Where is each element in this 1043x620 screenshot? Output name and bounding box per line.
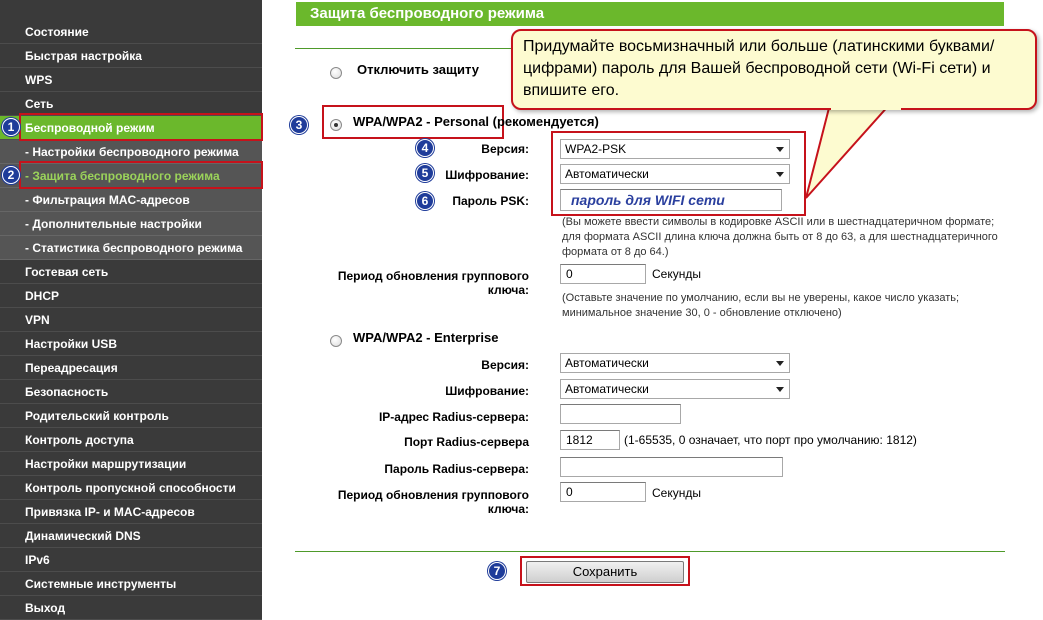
callout-pointer — [805, 103, 893, 199]
personal-group-key-input[interactable]: 0 — [560, 264, 646, 284]
radius-port-hint: (1-65535, 0 означает, что порт про умолч… — [624, 433, 917, 447]
sidebar-item-advanced[interactable]: - Дополнительные настройки — [0, 212, 262, 236]
radius-ip-input[interactable] — [560, 404, 681, 424]
sidebar-item-system-tools[interactable]: Системные инструменты — [0, 572, 262, 596]
radius-port-label: Порт Radius-сервера — [404, 435, 529, 449]
step-marker-6: 6 — [416, 192, 434, 210]
sidebar-item-ip-mac-binding[interactable]: Привязка IP- и MAC-адресов — [0, 500, 262, 524]
personal-group-key-label: Период обновления группового ключа: — [337, 269, 529, 297]
personal-version-value: WPA2-PSK — [565, 142, 627, 156]
sidebar-item-wireless-stats[interactable]: - Статистика беспроводного режима — [0, 236, 262, 260]
sidebar-item-routing[interactable]: Настройки маршрутизации — [0, 452, 262, 476]
radius-password-input[interactable] — [560, 457, 783, 477]
chevron-down-icon — [776, 172, 784, 177]
radius-ip-label: IP-адрес Radius-сервера: — [378, 410, 529, 424]
sidebar-item-ddns[interactable]: Динамический DNS — [0, 524, 262, 548]
group-key-hint: (Оставьте значение по умолчанию, если вы… — [562, 292, 960, 319]
sidebar-item-usb[interactable]: Настройки USB — [0, 332, 262, 356]
chevron-down-icon — [776, 361, 784, 366]
page-title: Защита беспроводного режима — [296, 2, 1004, 26]
step-marker-4: 4 — [416, 139, 434, 157]
sidebar-item-bandwidth[interactable]: Контроль пропускной способности — [0, 476, 262, 500]
sidebar-item-mac-filtering[interactable]: - Фильтрация MAC-адресов — [0, 188, 262, 212]
chevron-down-icon — [776, 147, 784, 152]
personal-group-key-unit: Секунды — [652, 267, 701, 281]
step-marker-1: 1 — [2, 118, 20, 136]
personal-version-select[interactable]: WPA2-PSK — [560, 139, 790, 159]
personal-encryption-select[interactable]: Автоматически — [560, 164, 790, 184]
step-marker-7: 7 — [488, 562, 506, 580]
personal-version-label: Версия: — [481, 142, 529, 156]
sidebar-item-forwarding[interactable]: Переадресация — [0, 356, 262, 380]
save-button[interactable]: Сохранить — [526, 561, 684, 583]
step-marker-5: 5 — [416, 164, 434, 182]
sidebar: Состояние Быстрая настройка WPS Сеть Бес… — [0, 0, 262, 620]
enterprise-group-key-unit: Секунды — [652, 486, 701, 500]
enterprise-version-label: Версия: — [481, 358, 529, 372]
disable-security-radio[interactable] — [330, 67, 342, 79]
sidebar-item-guest-network[interactable]: Гостевая сеть — [0, 260, 262, 284]
enterprise-title: WPA/WPA2 - Enterprise — [353, 330, 499, 345]
highlight-wireless-security — [19, 161, 263, 189]
psk-hint: (Вы можете ввести символы в кодировке AS… — [562, 216, 998, 258]
enterprise-encryption-label: Шифрование: — [445, 384, 529, 398]
highlight-wireless — [19, 113, 263, 141]
personal-psk-label: Пароль PSK: — [452, 194, 529, 208]
sidebar-item-ipv6[interactable]: IPv6 — [0, 548, 262, 572]
step-marker-3: 3 — [290, 116, 308, 134]
sidebar-item-access-control[interactable]: Контроль доступа — [0, 428, 262, 452]
disable-security-label: Отключить защиту — [357, 62, 479, 77]
callout-pointer-joint-fill — [831, 104, 901, 110]
radius-password-label: Пароль Radius-сервера: — [384, 462, 529, 476]
personal-encryption-label: Шифрование: — [445, 168, 529, 182]
sidebar-item-wps[interactable]: WPS — [0, 68, 262, 92]
sidebar-item-dhcp[interactable]: DHCP — [0, 284, 262, 308]
sidebar-item-quick-setup[interactable]: Быстрая настройка — [0, 44, 262, 68]
enterprise-encryption-select[interactable]: Автоматически — [560, 379, 790, 399]
personal-title: WPA/WPA2 - Personal (рекомендуется) — [353, 114, 599, 129]
personal-encryption-value: Автоматически — [565, 167, 649, 181]
divider-bottom — [295, 551, 1005, 552]
callout-note: Придумайте восьмизначный или больше (лат… — [511, 29, 1037, 110]
sidebar-item-vpn[interactable]: VPN — [0, 308, 262, 332]
callout-pointer-joint — [831, 104, 901, 110]
psk-password-input[interactable]: пароль для WIFI сети — [560, 189, 782, 211]
sidebar-item-logout[interactable]: Выход — [0, 596, 262, 620]
enterprise-encryption-value: Автоматически — [565, 382, 649, 396]
sidebar-item-security[interactable]: Безопасность — [0, 380, 262, 404]
enterprise-group-key-input[interactable]: 0 — [560, 482, 646, 502]
radius-port-input[interactable]: 1812 — [560, 430, 620, 450]
sidebar-item-status[interactable]: Состояние — [0, 20, 262, 44]
chevron-down-icon — [776, 387, 784, 392]
personal-radio[interactable] — [330, 119, 342, 131]
callout-pointer-shape — [805, 103, 893, 199]
step-marker-2: 2 — [2, 166, 20, 184]
enterprise-group-key-label: Период обновления группового ключа: — [337, 488, 529, 516]
enterprise-version-value: Автоматически — [565, 356, 649, 370]
enterprise-radio[interactable] — [330, 335, 342, 347]
sidebar-item-parental-control[interactable]: Родительский контроль — [0, 404, 262, 428]
enterprise-version-select[interactable]: Автоматически — [560, 353, 790, 373]
